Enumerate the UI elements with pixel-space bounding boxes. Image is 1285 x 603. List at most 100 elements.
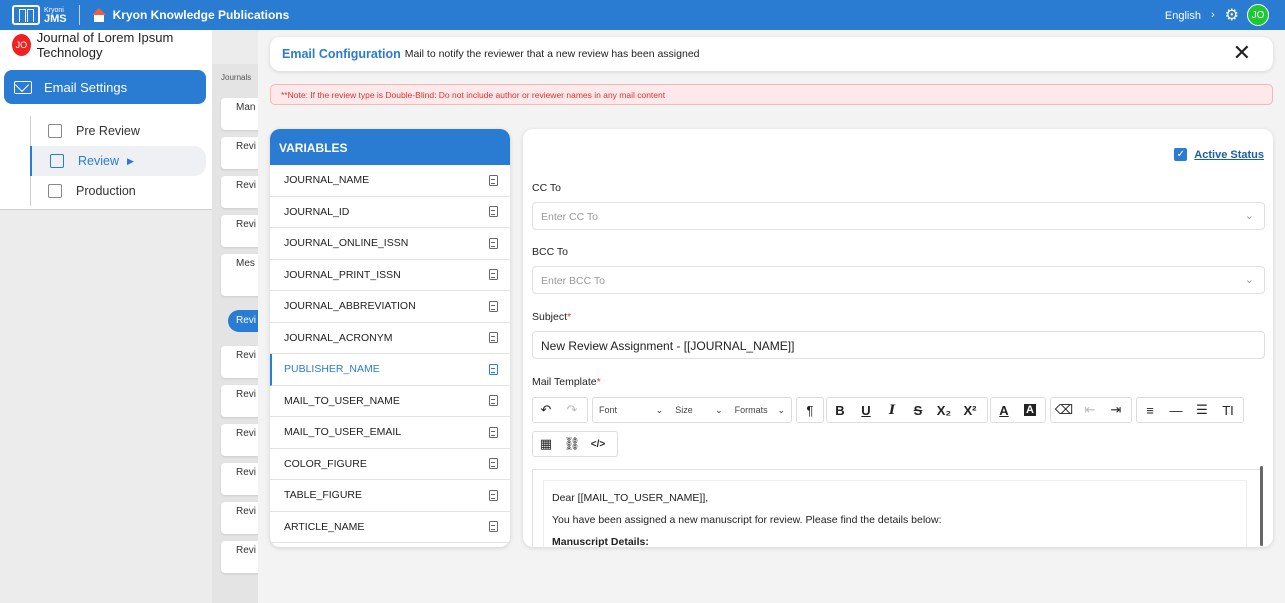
variable-item[interactable]: TABLE_FIGURE [270, 480, 510, 512]
strikethrough-icon[interactable]: S [905, 398, 931, 422]
list-item[interactable]: Revi [221, 502, 258, 534]
text-size-icon[interactable]: TI [1215, 398, 1241, 422]
list-item[interactable]: Revi [221, 463, 258, 495]
book-icon [12, 5, 40, 25]
copy-document-icon[interactable] [489, 363, 498, 375]
variable-item[interactable]: JOURNAL_ONLINE_ISSN [270, 228, 510, 260]
list-item[interactable]: Revi [221, 424, 258, 456]
superscript-icon[interactable]: X² [957, 398, 983, 422]
gear-icon[interactable]: ⚙ [1225, 5, 1239, 25]
variable-item[interactable]: MAIL_TO_USER_NAME [270, 386, 510, 417]
variable-item[interactable]: JOURNAL_ID [270, 197, 510, 228]
list-item[interactable]: Revi [221, 385, 258, 417]
copy-document-icon[interactable] [489, 332, 498, 344]
copy-document-icon[interactable] [489, 458, 498, 470]
font-select[interactable]: Font ⌄ [593, 398, 669, 422]
variable-item[interactable]: JOURNAL_PRINT_ISSN [270, 260, 510, 291]
copy-document-icon[interactable] [489, 174, 498, 186]
journal-selector[interactable]: JO Journal of Lorem Ipsum Technology [0, 30, 212, 60]
formats-select[interactable]: Formats ⌄ [729, 398, 791, 422]
editor-body[interactable]: Dear [[MAIL_TO_USER_NAME]], You have bee… [543, 480, 1247, 547]
variable-item[interactable]: JOURNAL_ABBREVIATION [270, 291, 510, 323]
variable-item[interactable]: JOURNAL_ACRONYM [270, 323, 510, 354]
journal-badge: JO [12, 34, 31, 56]
undo-icon[interactable]: ↶ [533, 398, 559, 422]
sidebar-item-review[interactable]: Review ▶ [30, 146, 206, 176]
bold-icon[interactable]: B [827, 398, 853, 422]
eraser-icon[interactable]: ⌫ [1051, 398, 1077, 422]
sidebar-item-email-settings[interactable]: Email Settings [4, 70, 206, 104]
variable-label: PUBLISHER_NAME [284, 363, 380, 376]
sidebar-item-production[interactable]: Production [30, 176, 206, 206]
sidebar-background [0, 210, 212, 603]
variable-label: TABLE_FIGURE [284, 489, 362, 502]
subject-value: New Review Assignment - [[JOURNAL_NAME]] [541, 339, 795, 353]
variable-label: MAIL_TO_USER_NAME [284, 394, 400, 407]
variable-label: JOURNAL_PRINT_ISSN [284, 268, 401, 281]
copy-document-icon[interactable] [489, 426, 498, 438]
variable-item[interactable]: JOURNAL_NAME [270, 165, 510, 197]
copy-document-icon[interactable] [489, 269, 498, 281]
ordered-list-icon[interactable]: ☰ [1189, 398, 1215, 422]
bcc-select[interactable]: Enter BCC To ⌄ [532, 266, 1265, 294]
copy-document-icon[interactable] [489, 521, 498, 533]
text-color-icon[interactable]: A [991, 398, 1017, 422]
variable-item[interactable]: MAIL_TO_USER_EMAIL [270, 417, 510, 449]
editor-scrollbar[interactable] [1260, 466, 1263, 546]
indent-icon[interactable]: ⇥ [1103, 398, 1129, 422]
copy-document-icon[interactable] [489, 395, 498, 407]
cc-placeholder: Enter CC To [541, 211, 598, 223]
list-item[interactable]: Revi [221, 215, 258, 247]
variable-label: ARTICLE_NAME [284, 520, 365, 533]
production-icon [48, 184, 62, 198]
language-selector[interactable]: English [1165, 6, 1211, 24]
subscript-icon[interactable]: X₂ [931, 398, 957, 422]
redo-icon[interactable]: ↷ [559, 398, 585, 422]
source-code-icon[interactable]: </> [585, 432, 611, 456]
list-item[interactable]: Man [221, 98, 258, 130]
chevron-right-icon: › [1210, 9, 1215, 21]
home-icon[interactable] [91, 8, 106, 22]
list-item[interactable]: Revi [221, 346, 258, 378]
cc-select[interactable]: Enter CC To ⌄ [532, 202, 1265, 230]
mail-template-label: Mail Template* [532, 376, 601, 388]
editor-line: You have been assigned a new manuscript … [552, 514, 942, 526]
mail-template-editor[interactable]: Dear [[MAIL_TO_USER_NAME]], You have bee… [532, 469, 1263, 547]
variable-item[interactable]: ARTICLE_NAME [270, 512, 510, 543]
brand-logo[interactable]: Kryoni JMS [12, 5, 67, 25]
variable-item[interactable]: COLOR_FIGURE [270, 449, 510, 480]
italic-icon[interactable]: I [879, 398, 905, 422]
copy-document-icon[interactable] [489, 489, 498, 501]
divider [78, 5, 80, 25]
list-item[interactable]: Revi [221, 137, 258, 169]
copy-document-icon[interactable] [489, 206, 498, 218]
paragraph-icon[interactable]: ¶ [797, 398, 823, 422]
list-item[interactable]: Revi [221, 541, 258, 573]
sidebar-item-pre-review[interactable]: Pre Review [30, 116, 206, 146]
table-icon[interactable]: ▦ [533, 432, 559, 456]
outdent-icon[interactable]: ⇤ [1077, 398, 1103, 422]
active-status-label[interactable]: Active Status [1194, 149, 1264, 161]
variable-label: JOURNAL_ACRONYM [284, 331, 393, 344]
highlight-color-icon[interactable]: A [1017, 398, 1043, 422]
underline-icon[interactable]: U [853, 398, 879, 422]
page-title: Email Configuration [282, 47, 401, 61]
link-icon[interactable]: ⛓ [559, 432, 585, 456]
close-icon[interactable]: ✕ [1233, 42, 1251, 64]
list-item[interactable]: Revi [221, 176, 258, 208]
align-left-icon[interactable]: ≡ [1137, 398, 1163, 422]
subject-input[interactable]: New Review Assignment - [[JOURNAL_NAME]] [532, 331, 1265, 359]
checkbox-checked-icon[interactable]: ✓ [1174, 148, 1188, 161]
variable-item[interactable]: PUBLISHER_NAME [270, 354, 510, 386]
subject-label: Subject* [532, 311, 572, 323]
copy-document-icon[interactable] [489, 237, 498, 249]
sub-item-label: Pre Review [76, 124, 140, 138]
active-status-toggle[interactable]: ✓ Active Status [1174, 148, 1264, 161]
copy-document-icon[interactable] [489, 300, 498, 312]
user-avatar[interactable]: JO [1247, 4, 1269, 26]
brand-name: JMS [44, 13, 67, 25]
list-item-active[interactable]: Revi [228, 310, 258, 332]
size-select[interactable]: Size ⌄ [669, 398, 728, 422]
list-item[interactable]: Mes disc [221, 254, 258, 296]
horizontal-rule-icon[interactable]: — [1163, 398, 1189, 422]
